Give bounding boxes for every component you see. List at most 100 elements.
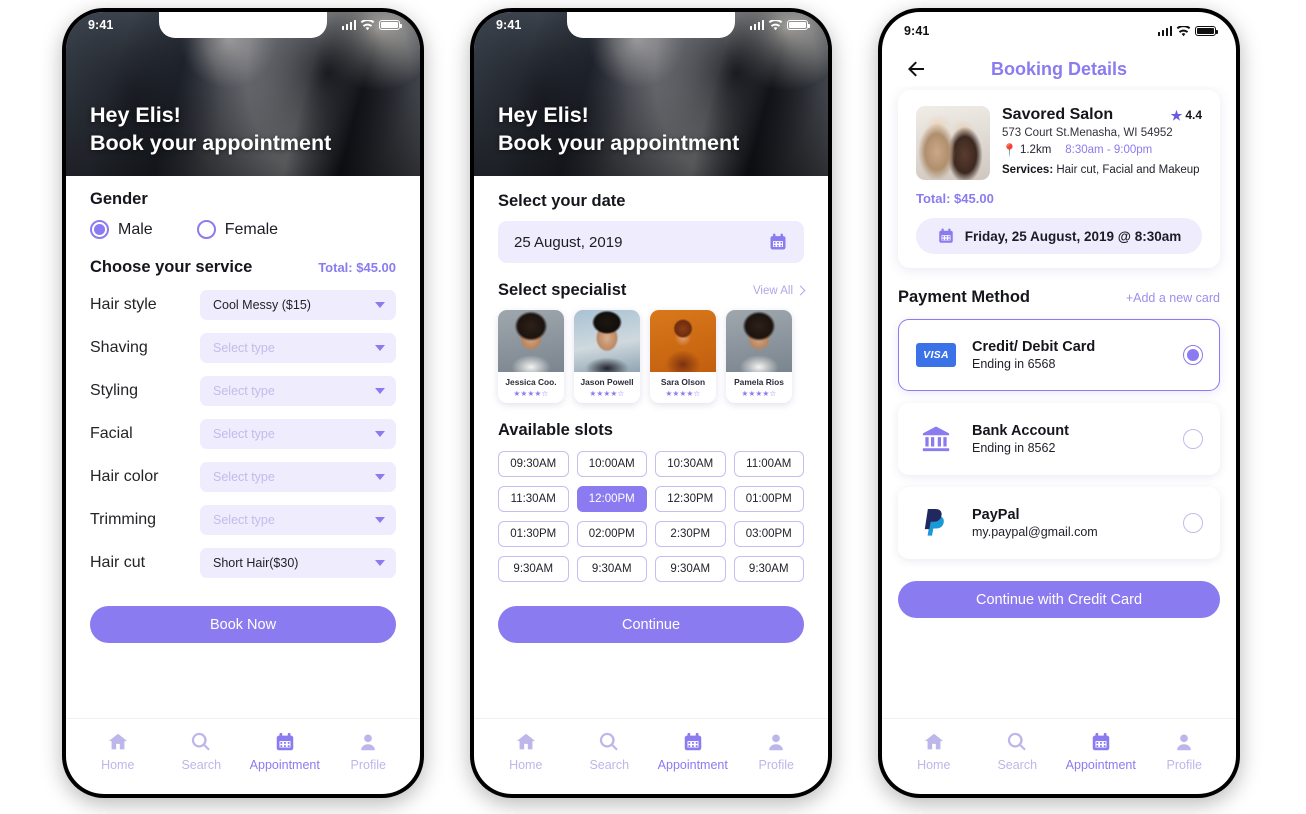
payment-option-paypal[interactable]: PayPal my.paypal@gmail.com <box>898 487 1220 559</box>
nav-item-search[interactable]: Search <box>572 731 646 772</box>
specialist-card[interactable]: Pamela Rios ★★★★☆ <box>726 310 792 403</box>
salon-photo <box>916 106 990 180</box>
service-label: Shaving <box>90 339 148 356</box>
service-list: Hair style Cool Messy ($15) Shaving Sele… <box>90 290 396 578</box>
specialist-header: Select specialist View All <box>498 281 806 300</box>
appointment-datetime-text: Friday, 25 August, 2019 @ 8:30am <box>964 228 1182 244</box>
payment-text: Bank Account Ending in 8562 <box>972 423 1168 455</box>
wifi-icon <box>768 19 783 30</box>
time-slot[interactable]: 11:30AM <box>498 486 569 512</box>
payment-option-bank-account[interactable]: Bank Account Ending in 8562 <box>898 403 1220 475</box>
specialist-card[interactable]: Jessica Coo. ★★★★☆ <box>498 310 564 403</box>
time-slot-selected[interactable]: 12:00PM <box>576 486 647 512</box>
hero-line-2: Book your appointment <box>90 131 332 156</box>
gender-option-female[interactable]: Female <box>196 220 278 239</box>
profile-icon <box>765 731 787 753</box>
specialist-name: Jason Powell <box>580 377 634 387</box>
time-slot[interactable]: 01:30PM <box>498 521 569 547</box>
chevron-down-icon <box>375 345 385 351</box>
back-button[interactable] <box>904 57 928 81</box>
service-label: Hair color <box>90 468 159 485</box>
status-bar: 9:41 <box>66 12 420 38</box>
continue-button[interactable]: Continue <box>498 606 804 643</box>
nav-item-profile[interactable]: Profile <box>331 731 405 772</box>
time-slot[interactable]: 9:30AM <box>733 556 804 582</box>
hero-banner: 9:41 Hey Elis! Book your appointment <box>474 12 828 176</box>
nav-item-appointment[interactable]: Appointment <box>656 731 730 772</box>
continue-with-credit-card-button[interactable]: Continue with Credit Card <box>898 581 1220 618</box>
nav-item-search[interactable]: Search <box>980 731 1054 772</box>
status-time: 9:41 <box>904 24 930 38</box>
specialist-card[interactable]: Sara Olson ★★★★☆ <box>650 310 716 403</box>
nav-label: Search <box>589 758 630 772</box>
time-slot[interactable]: 02:00PM <box>576 521 647 547</box>
view-all-button[interactable]: View All <box>753 285 806 297</box>
time-slot[interactable]: 9:30AM <box>576 556 647 582</box>
book-now-button[interactable]: Book Now <box>90 606 396 643</box>
add-new-card-button[interactable]: +Add a new card <box>1126 291 1220 305</box>
service-select-facial[interactable]: Select type <box>200 419 396 449</box>
service-select-shaving[interactable]: Select type <box>200 333 396 363</box>
nav-item-home[interactable]: Home <box>897 731 971 772</box>
date-picker-field[interactable]: 25 August, 2019 <box>498 221 804 263</box>
time-slot[interactable]: 09:30AM <box>498 451 569 477</box>
nav-item-home[interactable]: Home <box>489 731 563 772</box>
specialist-rating: ★★★★☆ <box>741 389 777 398</box>
service-row: Trimming Select type <box>90 505 396 535</box>
chevron-down-icon <box>375 560 385 566</box>
appointment-datetime-chip[interactable]: Friday, 25 August, 2019 @ 8:30am <box>916 218 1202 254</box>
time-slot[interactable]: 2:30PM <box>655 521 726 547</box>
calendar-icon[interactable] <box>768 232 788 252</box>
radio-male[interactable] <box>90 220 109 239</box>
screens-stage: 9:41 Hey Elis! Book your appointment Gen… <box>0 0 1306 814</box>
time-slot[interactable]: 11:00AM <box>733 451 804 477</box>
time-slot[interactable]: 9:30AM <box>498 556 569 582</box>
specialist-rating: ★★★★☆ <box>513 389 549 398</box>
time-slot[interactable]: 10:00AM <box>576 451 647 477</box>
nav-item-search[interactable]: Search <box>164 731 238 772</box>
status-icons <box>749 19 811 31</box>
time-slot[interactable]: 03:00PM <box>733 521 804 547</box>
service-select-hair-style[interactable]: Cool Messy ($15) <box>200 290 396 320</box>
time-slot[interactable]: 12:30PM <box>655 486 726 512</box>
wifi-icon <box>1176 25 1191 36</box>
gender-option-male[interactable]: Male <box>90 220 153 239</box>
phone-mockup-2: 9:41 Hey Elis! Book your appointment Sel… <box>470 8 832 798</box>
payment-radio[interactable] <box>1183 513 1203 533</box>
payment-radio[interactable] <box>1183 429 1203 449</box>
profile-icon <box>357 731 379 753</box>
specialist-photo <box>574 310 640 372</box>
salon-summary-card: Savored Salon ★ 4.4 573 Court St.Menasha… <box>898 90 1220 268</box>
service-row: Hair style Cool Messy ($15) <box>90 290 396 320</box>
nav-item-profile[interactable]: Profile <box>1147 731 1221 772</box>
service-label: Styling <box>90 382 139 399</box>
nav-item-appointment[interactable]: Appointment <box>248 731 322 772</box>
radio-female[interactable] <box>196 220 216 239</box>
nav-item-home[interactable]: Home <box>81 731 155 772</box>
service-select-hair-color[interactable]: Select type <box>200 462 396 492</box>
nav-label: Home <box>101 758 135 772</box>
screen-booking-details: 9:41 Booking Details Savored Salon ★ 4.4… <box>882 12 1236 794</box>
salon-hours: 8:30am - 9:00pm <box>1065 144 1153 156</box>
search-icon <box>598 731 620 753</box>
salon-address: 573 Court St.Menasha, WI 54952 <box>1002 127 1173 139</box>
time-slot[interactable]: 01:00PM <box>733 486 804 512</box>
services-label: Services: <box>1002 164 1054 176</box>
specialist-card[interactable]: Jason Powell ★★★★☆ <box>574 310 640 403</box>
nav-item-profile[interactable]: Profile <box>739 731 813 772</box>
status-time: 9:41 <box>88 18 114 32</box>
payment-radio-selected[interactable] <box>1183 345 1203 365</box>
payment-option-credit-card[interactable]: VISA Credit/ Debit Card Ending in 6568 <box>898 319 1220 391</box>
service-label: Hair cut <box>90 554 146 571</box>
service-value: Select type <box>213 470 275 484</box>
star-icon: ★ <box>1170 107 1183 123</box>
nav-item-appointment[interactable]: Appointment <box>1064 731 1138 772</box>
specialist-rating: ★★★★☆ <box>589 389 625 398</box>
service-select-styling[interactable]: Select type <box>200 376 396 406</box>
service-select-hair-cut[interactable]: Short Hair($30) <box>200 548 396 578</box>
time-slot[interactable]: 10:30AM <box>655 451 726 477</box>
service-select-trimming[interactable]: Select type <box>200 505 396 535</box>
time-slot[interactable]: 9:30AM <box>655 556 726 582</box>
gender-title: Gender <box>90 190 148 208</box>
payment-name: PayPal <box>972 507 1020 523</box>
